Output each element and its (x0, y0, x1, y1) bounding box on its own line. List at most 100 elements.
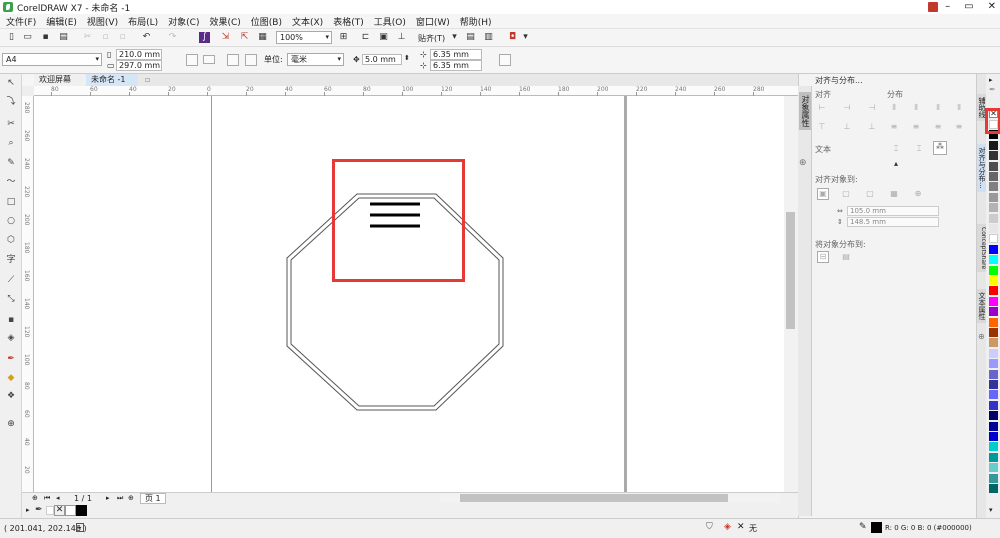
portrait-button[interactable] (186, 54, 198, 66)
show-rulers-icon[interactable]: ⊏ (360, 32, 371, 43)
tab-document[interactable]: 未命名 -1 (86, 74, 138, 86)
new-tab-icon[interactable]: ▫ (140, 74, 150, 86)
color-swatch[interactable] (989, 328, 998, 337)
color-swatch[interactable] (989, 276, 998, 285)
color-swatch[interactable] (989, 192, 998, 202)
print-icon[interactable]: ▤ (58, 32, 69, 43)
add-tool-icon[interactable]: ⊕ (5, 418, 17, 430)
menu-table[interactable]: 表格(T) (333, 15, 364, 28)
align-right-icon[interactable]: ⊣ (867, 103, 877, 112)
color-swatch[interactable] (989, 411, 998, 421)
distribute-spacing-h-icon[interactable]: ⫴ (954, 103, 964, 112)
menu-bitmaps[interactable]: 位图(B) (251, 15, 282, 28)
zoom-level-select[interactable]: 100% ▾ (276, 31, 332, 44)
transparency-tool-icon[interactable]: ◈ (5, 332, 17, 344)
color-swatch[interactable] (989, 359, 998, 369)
options-icon[interactable]: ▤ (465, 32, 476, 43)
color-swatch[interactable] (989, 307, 998, 317)
color-swatch[interactable] (989, 348, 998, 358)
first-page-icon[interactable]: ⏮ (44, 494, 50, 503)
color-swatch[interactable] (989, 182, 998, 192)
next-page-icon[interactable]: ▸ (106, 494, 110, 502)
horizontal-ruler[interactable]: 80 60 40 20 0 20 40 60 80 100 120 140 160 180 200 220 24… (34, 86, 798, 96)
align-left-icon[interactable]: ⊢ (817, 103, 827, 112)
menu-layout[interactable]: 布局(L) (128, 15, 158, 28)
crop-tool-icon[interactable]: ✂ (5, 118, 17, 130)
open-folder-icon[interactable]: ▭ (22, 32, 33, 43)
document-color-icon[interactable]: ⛉ (706, 522, 713, 532)
color-swatch[interactable] (989, 452, 998, 462)
align-center-h-icon[interactable]: ⊣ (842, 103, 852, 112)
zoom-tool-icon[interactable]: ⌕ (5, 137, 17, 149)
swatch-white[interactable] (46, 506, 54, 515)
color-swatch[interactable] (989, 296, 998, 306)
ruler-origin[interactable] (22, 86, 34, 96)
color-swatch[interactable] (989, 484, 998, 493)
color-swatch[interactable] (989, 213, 998, 223)
color-swatch[interactable] (989, 421, 998, 431)
chevron-down-icon[interactable]: ▾ (449, 32, 460, 43)
show-guidelines-icon[interactable]: ⊥ (396, 32, 407, 43)
full-screen-icon[interactable]: ⊞ (338, 32, 349, 43)
nudge-distance-field[interactable]: 5.0 mm (362, 54, 402, 65)
cut-icon[interactable]: ✂ (82, 32, 93, 43)
color-swatch[interactable] (989, 265, 998, 275)
align-bottom-icon[interactable]: ⊥ (867, 122, 877, 131)
menu-text[interactable]: 文本(X) (292, 15, 323, 28)
menu-view[interactable]: 视图(V) (87, 15, 118, 28)
distribute-bottom-icon[interactable]: ≡ (933, 122, 943, 131)
tab-object-properties[interactable]: 对象属性 (799, 92, 811, 130)
last-page-icon[interactable]: ⏭ (117, 494, 123, 503)
shape-tool-icon[interactable]: ⤵ (5, 96, 17, 108)
palette-scroll-up-icon[interactable]: ▸ (989, 76, 993, 84)
parallel-dimension-tool-icon[interactable]: ⟋ (5, 274, 17, 286)
text-last-baseline-icon[interactable]: ⌶ (914, 144, 924, 153)
distribute-left-icon[interactable]: ⫴ (889, 103, 899, 112)
menu-object[interactable]: 对象(C) (168, 15, 199, 28)
paste-icon[interactable]: ▫ (117, 32, 128, 43)
menu-tools[interactable]: 工具(O) (374, 15, 406, 28)
landscape-button[interactable] (203, 55, 215, 64)
color-swatch[interactable] (989, 473, 998, 483)
color-swatch[interactable] (989, 390, 998, 400)
page-size-select[interactable]: A4 ▾ (2, 53, 102, 66)
distribute-page-icon[interactable]: ▤ (841, 252, 851, 261)
grid-icon[interactable]: ▦ (889, 189, 899, 198)
export-icon[interactable]: ⇱ (239, 32, 250, 43)
add-docker-icon[interactable]: ⊕ (978, 332, 985, 341)
swatch-black[interactable] (76, 505, 87, 516)
page-edge-icon[interactable]: ▢ (841, 189, 851, 198)
octagon-shape[interactable] (34, 96, 784, 492)
outline-color-swatch[interactable] (871, 522, 882, 533)
publish-pdf-icon[interactable]: ▦ (257, 32, 268, 43)
color-swatch[interactable] (989, 380, 998, 389)
tab-page-1[interactable]: 页 1 (140, 493, 166, 504)
current-page-button[interactable] (245, 54, 257, 66)
palette-arrow-icon[interactable]: ▸ (26, 506, 30, 514)
text-bounding-box-icon[interactable]: ⁂ (933, 141, 947, 155)
units-select[interactable]: 毫米 ▾ (287, 53, 344, 66)
eyedropper-icon[interactable]: ✒ (989, 85, 996, 94)
user-account-icon[interactable] (928, 2, 938, 12)
color-swatch[interactable] (989, 442, 998, 452)
horizontal-scrollbar[interactable] (440, 493, 780, 503)
spinner-icon[interactable]: ⬍ (404, 53, 410, 64)
prev-page-icon[interactable]: ◂ (56, 494, 60, 502)
smart-fill-tool-icon[interactable]: ❖ (5, 390, 17, 402)
color-swatch[interactable] (989, 255, 998, 265)
snap-to-button[interactable]: 贴齐(T) (418, 33, 445, 44)
artistic-media-tool-icon[interactable]: 〜 (5, 176, 17, 188)
page-width-field[interactable]: 210.0 mm (116, 49, 162, 60)
all-pages-button[interactable] (227, 54, 239, 66)
rectangle-tool-icon[interactable]: □ (5, 196, 17, 208)
color-swatch[interactable] (989, 463, 998, 473)
undo-icon[interactable]: ↶ (141, 32, 152, 43)
treat-as-filled-button[interactable] (499, 54, 511, 66)
new-document-icon[interactable]: ▯ (6, 32, 17, 43)
welcome-screen-icon[interactable]: ◘ (507, 32, 518, 43)
vertical-scrollbar[interactable] (784, 96, 798, 492)
close-button[interactable]: ✕ (988, 0, 996, 14)
color-swatch[interactable] (989, 140, 998, 150)
tab-welcome-screen[interactable]: 欢迎屏幕 (34, 74, 86, 86)
color-swatch[interactable] (989, 244, 998, 254)
